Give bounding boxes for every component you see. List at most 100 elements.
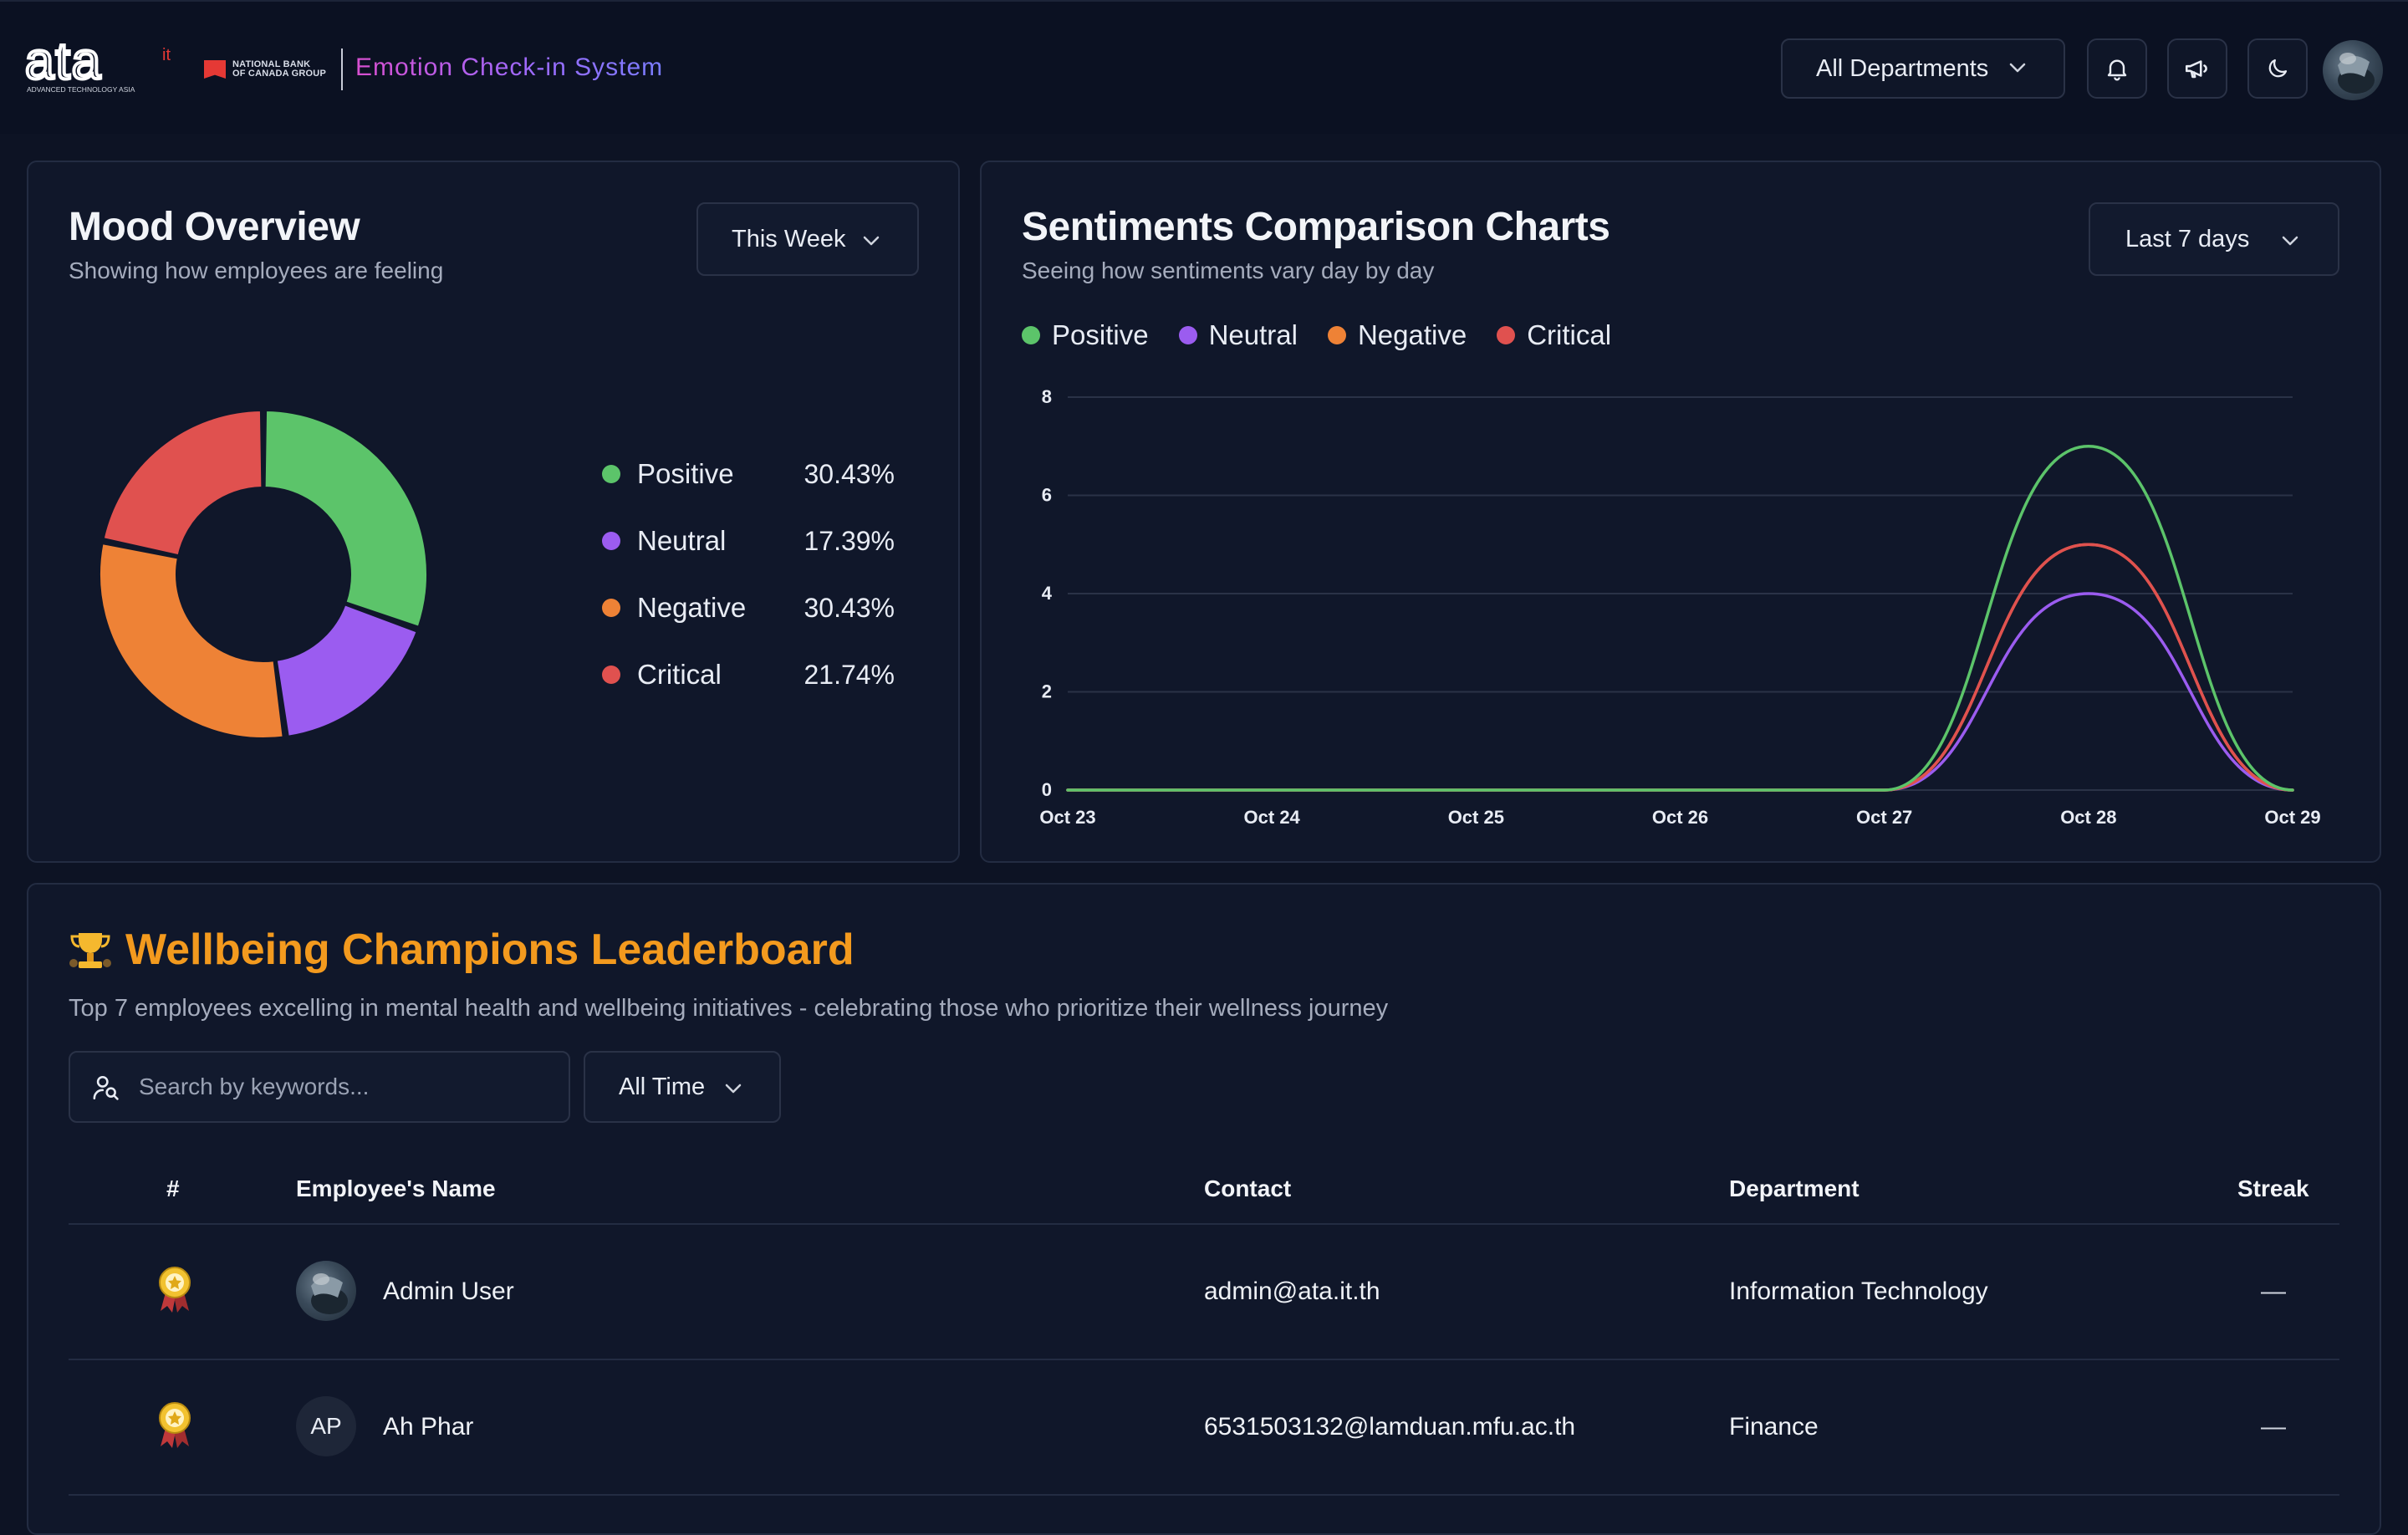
- moon-icon: [2268, 59, 2288, 78]
- employee-name: Admin User: [383, 1277, 514, 1305]
- legend-percent: 30.43%: [804, 592, 895, 623]
- chevron-down-icon: [2282, 236, 2298, 246]
- employee-contact: 6531503132@lamduan.mfu.ac.th: [1204, 1413, 1576, 1441]
- mood-overview-subtitle: Showing how employees are feeling: [69, 258, 444, 283]
- time-select[interactable]: All Time: [584, 1051, 781, 1123]
- mood-legend-item: Critical 21.74%: [602, 659, 895, 691]
- search-input[interactable]: [137, 1073, 538, 1101]
- employee-department: Information Technology: [1729, 1277, 1988, 1305]
- legend-label: Positive: [637, 458, 734, 489]
- y-tick-label: 2: [1042, 681, 1052, 702]
- ata-logo[interactable]: ata it ADVANCED TECHNOLOGY ASIA: [23, 31, 184, 95]
- sentiment-legend-item[interactable]: Negative: [1327, 319, 1467, 351]
- svg-text:ADVANCED TECHNOLOGY ASIA: ADVANCED TECHNOLOGY ASIA: [27, 85, 135, 94]
- legend-label: Negative: [637, 592, 747, 623]
- notifications-button[interactable]: [2087, 38, 2147, 99]
- row-divider: [69, 1494, 2339, 1496]
- x-tick-label: Oct 28: [2060, 807, 2116, 828]
- legend-dot: [602, 465, 620, 483]
- department-select[interactable]: All Departments: [1781, 38, 2065, 99]
- sentiments-legend: Positive Neutral Negative Critical: [1022, 319, 1641, 351]
- legend-label: Critical: [637, 659, 722, 690]
- sentiment-legend-item[interactable]: Neutral: [1178, 319, 1298, 351]
- donut-slice-positive[interactable]: [263, 410, 428, 628]
- legend-dot: [602, 666, 620, 684]
- ata-logo-mark: ata it ADVANCED TECHNOLOGY ASIA: [23, 31, 171, 94]
- y-tick-label: 0: [1042, 779, 1052, 800]
- x-tick-label: Oct 25: [1448, 807, 1504, 828]
- donut-slice-critical[interactable]: [102, 410, 263, 557]
- sentiment-legend-item[interactable]: Positive: [1022, 319, 1149, 351]
- user-search-icon: [93, 1075, 119, 1100]
- donut-slice-neutral[interactable]: [275, 604, 418, 737]
- medal-icon: [159, 1267, 191, 1313]
- legend-label: Negative: [1357, 319, 1467, 350]
- user-avatar[interactable]: [2323, 40, 2383, 100]
- legend-dot: [602, 599, 620, 617]
- chevron-down-icon: [863, 236, 880, 246]
- donut-slice-negative[interactable]: [99, 543, 284, 739]
- column-header-streak[interactable]: Streak: [2237, 1175, 2309, 1202]
- leaderboard-title: Wellbeing Champions Leaderboard: [125, 926, 855, 974]
- x-tick-label: Oct 24: [1244, 807, 1301, 828]
- employee-contact: admin@ata.it.th: [1204, 1277, 1380, 1305]
- bell-icon: [2107, 59, 2127, 81]
- column-header-contact[interactable]: Contact: [1204, 1175, 1291, 1202]
- legend-percent: 17.39%: [804, 525, 895, 556]
- legend-label: Neutral: [637, 525, 727, 556]
- announcements-button[interactable]: [2167, 38, 2227, 99]
- period-select-value: This Week: [732, 225, 846, 252]
- avatar: AP: [296, 1396, 356, 1456]
- mood-legend-item: Positive 30.43%: [602, 458, 895, 490]
- sentiment-legend-item[interactable]: Critical: [1497, 319, 1611, 351]
- x-tick-label: Oct 23: [1039, 807, 1095, 828]
- megaphone-icon: [2185, 60, 2207, 79]
- column-header-department[interactable]: Department: [1729, 1175, 1860, 1202]
- x-tick-label: Oct 29: [2264, 807, 2320, 828]
- y-tick-label: 6: [1042, 485, 1052, 506]
- series-line-critical[interactable]: [1066, 543, 2294, 792]
- legend-dot: [1497, 326, 1516, 344]
- row-divider: [69, 1359, 2339, 1360]
- sentiments-title: Sentiments Comparison Charts: [1022, 205, 1610, 249]
- period-select[interactable]: This Week: [696, 202, 919, 276]
- trophy-icon: [69, 933, 111, 968]
- mood-legend-item: Negative 30.43%: [602, 592, 895, 624]
- leaderboard-search[interactable]: [69, 1051, 570, 1123]
- partner-line-2: OF CANADA GROUP: [232, 69, 326, 79]
- series-line-positive[interactable]: [1066, 444, 2294, 792]
- legend-dot: [1178, 326, 1197, 344]
- avatar: [296, 1261, 356, 1321]
- legend-dot: [1327, 326, 1346, 344]
- svg-text:ata: ata: [25, 43, 102, 90]
- legend-dot: [1022, 326, 1040, 344]
- time-select-value: All Time: [619, 1073, 706, 1100]
- range-select[interactable]: Last 7 days: [2089, 202, 2339, 276]
- employee-name: Ah Phar: [383, 1413, 474, 1441]
- sentiments-line-chart: 0 2 4 6 8 Oct 23 Oct 24 Oct 25 Oct 26 Oct 27 Oct 2…: [1039, 386, 2320, 828]
- flag-icon: [204, 60, 226, 79]
- mood-donut-chart: [99, 410, 428, 739]
- chevron-down-icon: [2009, 63, 2026, 73]
- avatar-image: [2338, 53, 2375, 94]
- legend-label: Critical: [1527, 319, 1612, 350]
- chevron-down-icon: [725, 1084, 742, 1094]
- legend-dot: [602, 532, 620, 550]
- x-tick-label: Oct 27: [1856, 807, 1912, 828]
- legend-label: Positive: [1052, 319, 1149, 350]
- x-tick-label: Oct 26: [1652, 807, 1708, 828]
- table-divider: [69, 1223, 2339, 1225]
- employee-department: Finance: [1729, 1413, 1819, 1441]
- department-select-value: All Departments: [1816, 54, 1989, 82]
- series-line-negative[interactable]: [1066, 543, 2294, 792]
- y-tick-label: 8: [1042, 386, 1052, 407]
- avatar-image: [311, 1273, 348, 1314]
- column-header-name[interactable]: Employee's Name: [296, 1175, 496, 1202]
- legend-percent: 21.74%: [804, 659, 895, 690]
- app-title: Emotion Check-in System: [355, 54, 664, 81]
- sentiments-subtitle: Seeing how sentiments vary day by day: [1022, 258, 1435, 283]
- theme-toggle-button[interactable]: [2247, 38, 2308, 99]
- header-divider: [341, 48, 343, 90]
- range-select-value: Last 7 days: [2125, 225, 2250, 252]
- leaderboard-subtitle: Top 7 employees excelling in mental heal…: [69, 995, 1389, 1022]
